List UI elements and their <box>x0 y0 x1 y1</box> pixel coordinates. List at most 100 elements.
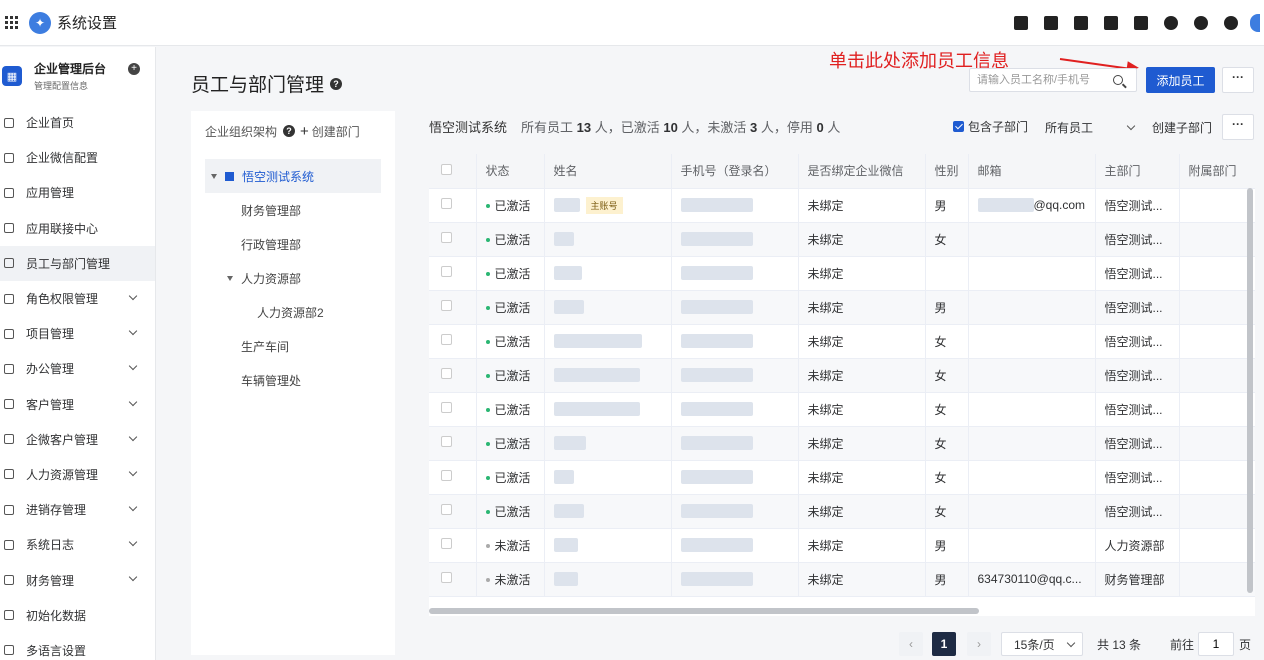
sidebar-item-office[interactable]: 办公管理 <box>0 351 155 386</box>
email-cell <box>968 358 1096 393</box>
table-row[interactable]: 已激活 未绑定女 悟空测试... <box>429 222 1255 257</box>
sidebar-item-finance[interactable]: 财务管理 <box>0 562 155 597</box>
row-checkbox[interactable] <box>441 504 452 515</box>
employee-search-input[interactable] <box>977 74 1109 86</box>
sidebar-item-wecom-customer[interactable]: 企微客户管理 <box>0 422 155 457</box>
create-dept-button[interactable]: 创建部门 <box>312 123 360 140</box>
org-tree-node[interactable]: 行政管理部 <box>205 227 381 261</box>
table-row[interactable]: 未激活 未绑定男 634730110@qq.c... 财务管理部 <box>429 562 1255 597</box>
app-grid-icon[interactable] <box>5 15 19 30</box>
create-dept-plus-icon[interactable]: + <box>300 123 309 140</box>
row-checkbox[interactable] <box>441 334 452 345</box>
main-dept-cell: 悟空测试... <box>1095 392 1180 427</box>
row-checkbox[interactable] <box>441 232 452 243</box>
row-checkbox[interactable] <box>441 198 452 209</box>
status-cell: 已激活 <box>476 392 545 427</box>
row-checkbox[interactable] <box>441 538 452 549</box>
redacted-phone <box>680 436 753 451</box>
table-row[interactable]: 已激活 未绑定女 悟空测试... <box>429 494 1255 529</box>
row-checkbox[interactable] <box>441 266 452 277</box>
org-help-icon[interactable]: ? <box>283 125 296 137</box>
caret-down-icon[interactable] <box>227 275 233 281</box>
table-row[interactable]: 已激活 未绑定女 悟空测试... <box>429 460 1255 495</box>
sidebar-item-home[interactable]: 企业首页 <box>0 105 155 140</box>
table-row[interactable]: 未激活 未绑定男 人力资源部 <box>429 528 1255 563</box>
next-page-button[interactable]: › <box>967 632 991 656</box>
page-help-icon[interactable]: ? <box>330 77 343 90</box>
search-icon[interactable] <box>1113 75 1123 85</box>
include-sub-checkbox[interactable] <box>953 121 964 132</box>
vertical-scrollbar[interactable] <box>1247 188 1253 593</box>
gender-cell: 女 <box>925 426 969 461</box>
sidebar-item-language[interactable]: 多语言设置 <box>0 633 155 660</box>
gear-icon[interactable] <box>1224 16 1238 30</box>
help-circle-icon[interactable] <box>1194 16 1208 30</box>
table-row[interactable]: 已激活 未绑定女 悟空测试... <box>429 358 1255 393</box>
select-all-checkbox[interactable] <box>441 163 452 175</box>
sidebar-item-label: 员工与部门管理 <box>26 256 111 271</box>
sidebar-item-project[interactable]: 项目管理 <box>0 316 155 351</box>
table-row[interactable]: 已激活 未绑定女 悟空测试... <box>429 392 1255 427</box>
sidebar-item-label: 角色权限管理 <box>26 292 99 307</box>
table-row[interactable]: 已激活 主账号 未绑定男 @qq.com 悟空测试... <box>429 188 1255 223</box>
org-tree-node[interactable]: 财务管理部 <box>205 193 381 227</box>
sidebar-item-users[interactable]: 员工与部门管理 <box>0 245 155 281</box>
goto-page-input[interactable] <box>1198 632 1234 656</box>
table-row[interactable]: 已激活 未绑定女 悟空测试... <box>429 426 1255 461</box>
sidebar-item-link[interactable]: 应用联接中心 <box>0 211 155 246</box>
org-tree-node[interactable]: 生产车间 <box>205 329 381 363</box>
gender-cell: 女 <box>925 324 969 359</box>
sidebar-item-role[interactable]: 角色权限管理 <box>0 281 155 316</box>
table-row[interactable]: 已激活 未绑定 悟空测试... <box>429 256 1255 291</box>
page-1-button[interactable]: 1 <box>932 632 956 656</box>
filter-more-button[interactable]: ··· <box>1222 114 1254 140</box>
row-select-cell <box>429 426 477 461</box>
gender-cell <box>925 256 969 291</box>
row-checkbox[interactable] <box>441 470 452 481</box>
bell-icon[interactable] <box>1164 16 1178 30</box>
row-checkbox[interactable] <box>441 368 452 379</box>
sidebar-item-apps[interactable]: 应用管理 <box>0 175 155 210</box>
task-icon[interactable] <box>1014 16 1028 30</box>
document-icon[interactable] <box>1074 16 1088 30</box>
contacts-icon[interactable] <box>1044 16 1058 30</box>
sidebar-item-customer[interactable]: 客户管理 <box>0 387 155 422</box>
org-tree-node[interactable]: 车辆管理处 <box>205 363 381 397</box>
create-subdept-button[interactable]: 创建子部门 <box>1152 119 1212 136</box>
header-more-button[interactable]: ··· <box>1222 67 1254 93</box>
horizontal-scrollbar[interactable] <box>429 608 979 614</box>
row-select-cell <box>429 392 477 427</box>
table-row[interactable]: 已激活 未绑定男 悟空测试... <box>429 290 1255 325</box>
sidebar-title: 企业管理后台 <box>34 62 107 76</box>
redacted-name <box>553 572 578 587</box>
redacted-name <box>553 232 574 247</box>
row-checkbox[interactable] <box>441 300 452 311</box>
org-tree-node[interactable]: 悟空测试系统 <box>205 159 381 193</box>
sub-dept-cell <box>1179 290 1255 325</box>
prev-page-button[interactable]: ‹ <box>899 632 923 656</box>
row-checkbox[interactable] <box>441 436 452 447</box>
table-row[interactable]: 已激活 未绑定女 悟空测试... <box>429 324 1255 359</box>
sidebar-item-chat[interactable]: 企业微信配置 <box>0 140 155 175</box>
hr-icon <box>4 469 14 480</box>
page-size-select[interactable]: 15条/页 <box>1001 632 1083 656</box>
avatar[interactable] <box>1250 14 1260 32</box>
sidebar-item-hr[interactable]: 人力资源管理 <box>0 457 155 492</box>
org-tree-node[interactable]: 人力资源部2 <box>205 295 381 329</box>
employee-filter-select[interactable]: 所有员工 <box>1039 114 1142 140</box>
include-sub-checkbox-wrap[interactable]: 包含子部门 <box>953 118 1028 135</box>
wecom-bind-cell: 未绑定 <box>798 222 926 257</box>
row-checkbox[interactable] <box>441 402 452 413</box>
sidebar-item-inventory[interactable]: 进销存管理 <box>0 492 155 527</box>
phonebook-icon[interactable] <box>1104 16 1118 30</box>
org-tree-node[interactable]: 人力资源部 <box>205 261 381 295</box>
row-checkbox[interactable] <box>441 572 452 583</box>
status-text: 已激活 <box>494 334 531 349</box>
column-header: 状态 <box>476 154 545 189</box>
add-employee-button[interactable]: 添加员工 <box>1146 67 1215 93</box>
sidebar-item-log[interactable]: 系统日志 <box>0 527 155 562</box>
calendar-icon[interactable] <box>1134 16 1148 30</box>
caret-down-icon[interactable] <box>211 173 217 179</box>
sidebar-item-init[interactable]: 初始化数据 <box>0 598 155 633</box>
sidebar-add-icon[interactable]: + <box>128 63 140 75</box>
